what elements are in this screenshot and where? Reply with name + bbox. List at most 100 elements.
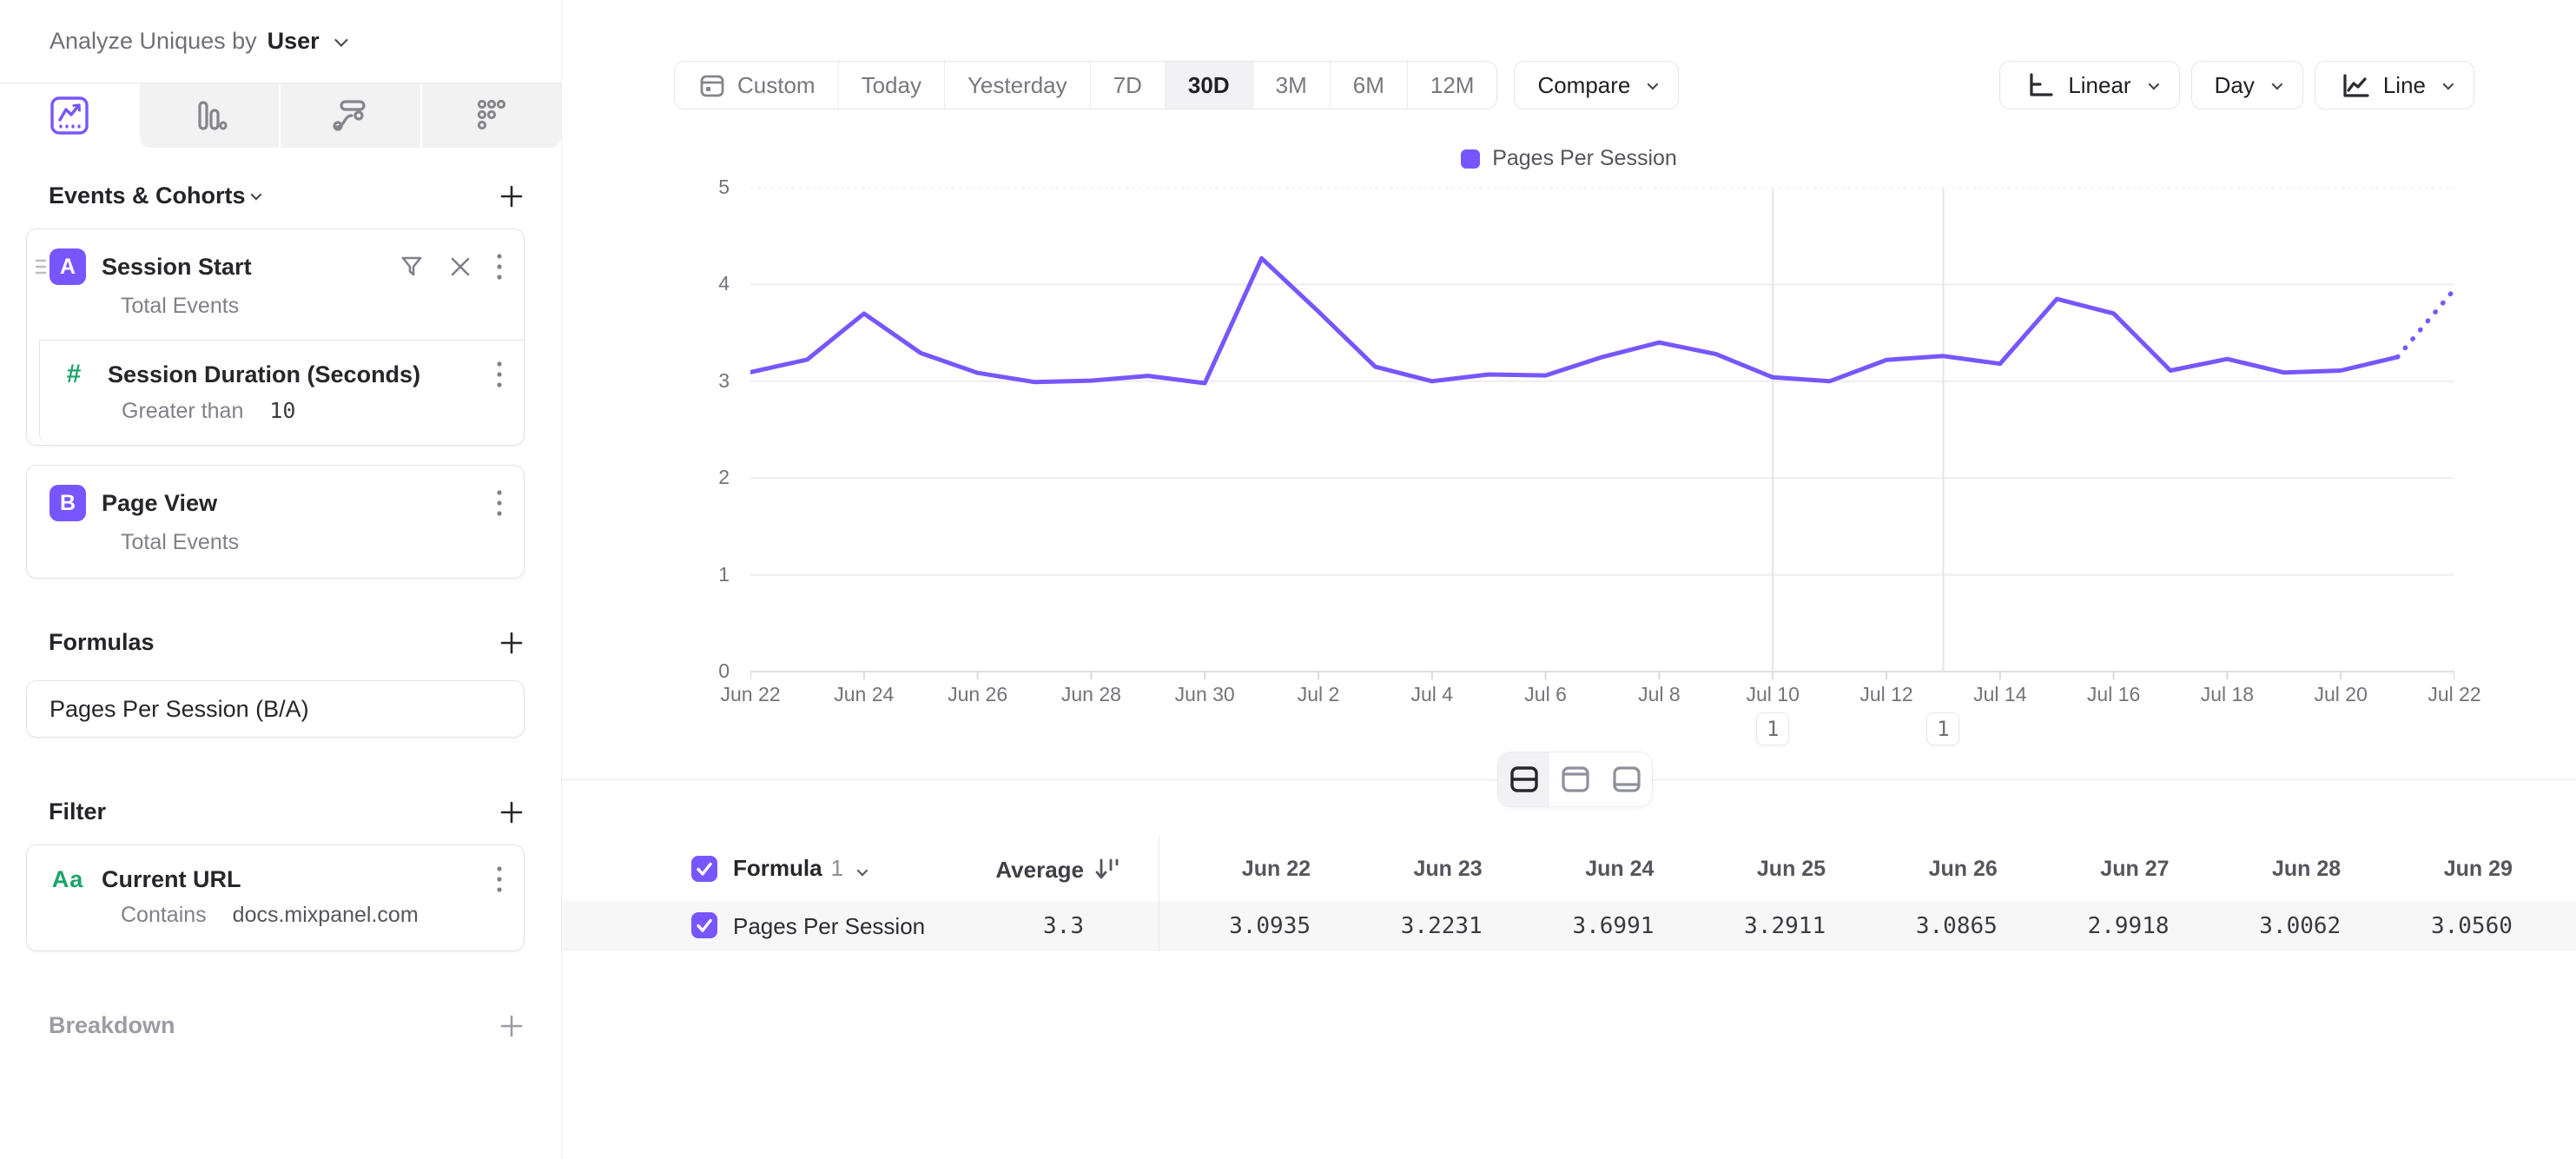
split-view-icon [1509, 765, 1539, 793]
nested-metric-name[interactable]: Session Duration (Seconds) [108, 361, 420, 388]
chevron-down-icon[interactable] [334, 33, 348, 47]
kebab-menu-icon [496, 864, 503, 894]
average-column-header[interactable]: Average [962, 857, 1084, 884]
series-name: Pages Per Session [733, 913, 925, 940]
event-card-page-view[interactable]: B Page View Total Events [26, 465, 525, 579]
formula-card[interactable]: Pages Per Session (B/A) [26, 680, 525, 738]
analyze-label: Analyze Uniques by [50, 28, 257, 55]
column-header[interactable]: Jun 22 [1146, 857, 1311, 882]
column-header[interactable]: Jun 23 [1318, 857, 1483, 882]
range-6m[interactable]: 6M [1330, 62, 1407, 109]
event-aggregation[interactable]: Total Events [27, 521, 524, 578]
add-event-button[interactable] [499, 183, 525, 209]
range-today[interactable]: Today [838, 62, 944, 109]
remove-event-button[interactable] [449, 255, 472, 278]
formula-name[interactable]: Pages Per Session (B/A) [50, 696, 309, 723]
drag-handle-icon[interactable] [35, 257, 47, 276]
event-options-button[interactable] [496, 488, 503, 518]
filter-condition[interactable]: Contains docs.mixpanel.com [27, 894, 524, 950]
series-line-projected[interactable] [2398, 289, 2454, 357]
event-row: B Page View [27, 466, 524, 521]
sort-descending-icon[interactable] [1093, 855, 1123, 884]
interval-button[interactable]: Day [2191, 61, 2303, 109]
range-yesterday[interactable]: Yesterday [944, 62, 1090, 109]
line-chart[interactable] [750, 188, 2454, 687]
table-row[interactable]: Pages Per Session 3.3 3.09353.22313.6991… [562, 901, 2576, 950]
event-card-session-start[interactable]: A Session Start T [26, 228, 525, 446]
tab-funnels[interactable] [140, 83, 280, 148]
formulas-section-head: Formulas [26, 629, 525, 656]
table-only-view-button[interactable] [1601, 752, 1652, 806]
event-name[interactable]: Page View [102, 490, 217, 517]
formula-column-header[interactable]: Formula 1 [733, 855, 865, 882]
x-axis-label: Jul 10 [1716, 683, 1829, 706]
chart-type-button[interactable]: Line [2315, 61, 2474, 109]
y-axis-label: 3 [562, 369, 730, 393]
annotation-badge[interactable]: 1 [1926, 712, 1959, 745]
nested-options-button[interactable] [496, 360, 503, 389]
column-header[interactable]: Jun 24 [1489, 857, 1654, 882]
event-aggregation[interactable]: Total Events [27, 285, 524, 340]
chevron-down-icon [2271, 78, 2282, 89]
y-axis-label: 4 [562, 272, 730, 295]
event-name[interactable]: Session Start [102, 254, 252, 281]
tab-flows[interactable] [279, 83, 420, 148]
add-filter-button[interactable] [499, 799, 525, 825]
condition-value[interactable]: docs.mixpanel.com [233, 903, 419, 928]
filter-options-button[interactable] [496, 864, 503, 894]
filter-row: Aa Current URL [27, 845, 524, 894]
row-checkbox[interactable] [691, 912, 717, 938]
add-breakdown-button[interactable] [499, 1013, 525, 1039]
annotation-badge[interactable]: 1 [1756, 712, 1789, 745]
scale-button[interactable]: Linear [1999, 61, 2179, 109]
chevron-down-icon[interactable] [250, 189, 261, 201]
range-custom[interactable]: Custom [675, 62, 838, 109]
column-header[interactable]: Jun 25 [1661, 857, 1826, 882]
range-7d[interactable]: 7D [1090, 62, 1165, 109]
cell-value: 3.6991 [1489, 913, 1654, 939]
cell-value: 3.2231 [1318, 913, 1483, 939]
kebab-menu-icon [496, 360, 503, 389]
event-options-button[interactable] [496, 252, 503, 281]
column-header[interactable]: Jun 26 [1833, 857, 1998, 882]
tab-retention[interactable] [420, 83, 562, 148]
column-header[interactable]: Jun 29 [2348, 857, 2513, 882]
series-line[interactable] [750, 258, 2398, 383]
filter-card[interactable]: Aa Current URL Contains docs.mixpanel.co… [26, 844, 525, 951]
add-formula-button[interactable] [499, 630, 525, 656]
legend-swatch [1461, 149, 1480, 169]
numeric-property-icon: # [56, 360, 92, 389]
chart-canvas[interactable] [750, 188, 2454, 687]
cell-value: 3.0865 [1833, 913, 1998, 939]
filter-property-name[interactable]: Current URL [102, 866, 241, 893]
range-3m[interactable]: 3M [1252, 62, 1330, 109]
chevron-down-icon [857, 865, 869, 877]
y-axis-label: 2 [562, 466, 730, 489]
chart-only-view-button[interactable] [1549, 752, 1601, 806]
condition-value[interactable]: 10 [269, 398, 295, 423]
range-12m[interactable]: 12M [1407, 62, 1497, 109]
x-axis-label: Jun 22 [694, 683, 807, 706]
table-only-icon [1612, 765, 1641, 793]
nested-metric-condition[interactable]: Greater than 10 [40, 389, 524, 445]
nested-metric-card[interactable]: # Session Duration (Seconds) Greater tha… [39, 340, 524, 445]
range-30d[interactable]: 30D [1165, 62, 1252, 109]
split-view-button[interactable] [1498, 752, 1549, 806]
report-tab-strip [0, 83, 561, 148]
select-all-checkbox[interactable] [691, 856, 717, 882]
condition-operator[interactable]: Contains [121, 903, 207, 928]
events-heading[interactable]: Events & Cohorts [49, 182, 246, 209]
analyze-value-dropdown[interactable]: User [268, 28, 320, 55]
event-badge-a: A [50, 248, 86, 285]
event-badge-b: B [50, 485, 86, 521]
column-header[interactable]: Jun 28 [2176, 857, 2341, 882]
chart-only-icon [1561, 765, 1590, 793]
tab-insights[interactable] [0, 83, 140, 148]
compare-button[interactable]: Compare [1514, 61, 1679, 109]
condition-operator[interactable]: Greater than [122, 399, 243, 424]
chart-legend[interactable]: Pages Per Session [562, 146, 2576, 171]
check-icon [691, 856, 717, 882]
flows-icon [330, 96, 370, 136]
filter-event-button[interactable] [399, 254, 425, 280]
column-header[interactable]: Jun 27 [2005, 857, 2170, 882]
